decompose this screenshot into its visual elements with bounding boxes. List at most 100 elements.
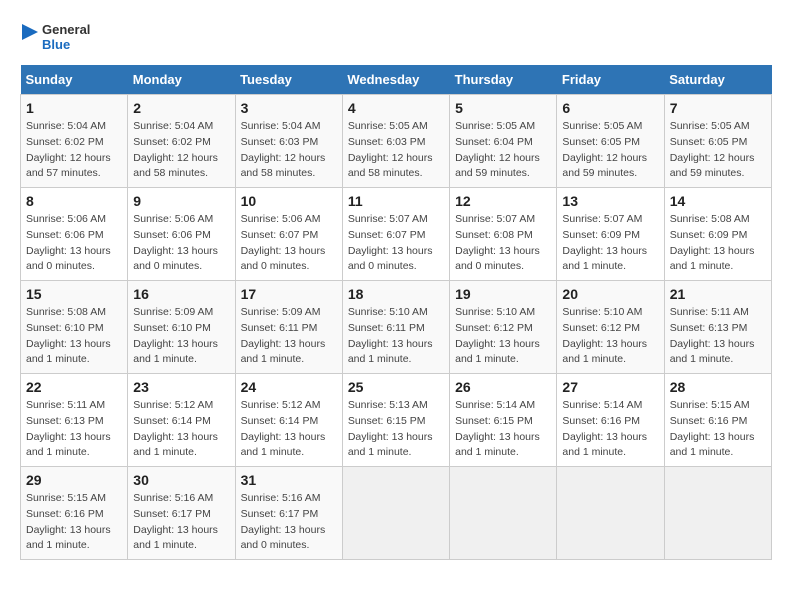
calendar-header-row: SundayMondayTuesdayWednesdayThursdayFrid… xyxy=(21,65,772,95)
day-info: Sunrise: 5:06 AMSunset: 6:06 PMDaylight:… xyxy=(26,212,122,275)
day-number: 31 xyxy=(241,472,337,488)
day-info: Sunrise: 5:13 AMSunset: 6:15 PMDaylight:… xyxy=(348,398,444,461)
calendar-table: SundayMondayTuesdayWednesdayThursdayFrid… xyxy=(20,65,772,560)
day-number: 20 xyxy=(562,286,658,302)
day-info: Sunrise: 5:10 AMSunset: 6:11 PMDaylight:… xyxy=(348,305,444,368)
day-info: Sunrise: 5:08 AMSunset: 6:09 PMDaylight:… xyxy=(670,212,766,275)
table-row: 4 Sunrise: 5:05 AMSunset: 6:03 PMDayligh… xyxy=(342,95,449,188)
day-info: Sunrise: 5:06 AMSunset: 6:07 PMDaylight:… xyxy=(241,212,337,275)
day-number: 2 xyxy=(133,100,229,116)
day-number: 27 xyxy=(562,379,658,395)
table-row: 15 Sunrise: 5:08 AMSunset: 6:10 PMDaylig… xyxy=(21,281,128,374)
table-row: 17 Sunrise: 5:09 AMSunset: 6:11 PMDaylig… xyxy=(235,281,342,374)
day-number: 29 xyxy=(26,472,122,488)
table-row: 13 Sunrise: 5:07 AMSunset: 6:09 PMDaylig… xyxy=(557,188,664,281)
calendar-week-3: 15 Sunrise: 5:08 AMSunset: 6:10 PMDaylig… xyxy=(21,281,772,374)
svg-text:General: General xyxy=(42,22,90,37)
table-row: 3 Sunrise: 5:04 AMSunset: 6:03 PMDayligh… xyxy=(235,95,342,188)
day-number: 23 xyxy=(133,379,229,395)
day-info: Sunrise: 5:06 AMSunset: 6:06 PMDaylight:… xyxy=(133,212,229,275)
day-number: 17 xyxy=(241,286,337,302)
table-row: 28 Sunrise: 5:15 AMSunset: 6:16 PMDaylig… xyxy=(664,374,771,467)
logo-svg: GeneralBlue xyxy=(20,20,100,55)
header-wednesday: Wednesday xyxy=(342,65,449,95)
day-number: 21 xyxy=(670,286,766,302)
day-info: Sunrise: 5:16 AMSunset: 6:17 PMDaylight:… xyxy=(241,491,337,554)
calendar-week-2: 8 Sunrise: 5:06 AMSunset: 6:06 PMDayligh… xyxy=(21,188,772,281)
day-number: 28 xyxy=(670,379,766,395)
header-monday: Monday xyxy=(128,65,235,95)
day-number: 13 xyxy=(562,193,658,209)
table-row: 26 Sunrise: 5:14 AMSunset: 6:15 PMDaylig… xyxy=(450,374,557,467)
table-row: 7 Sunrise: 5:05 AMSunset: 6:05 PMDayligh… xyxy=(664,95,771,188)
table-row: 8 Sunrise: 5:06 AMSunset: 6:06 PMDayligh… xyxy=(21,188,128,281)
table-row: 6 Sunrise: 5:05 AMSunset: 6:05 PMDayligh… xyxy=(557,95,664,188)
day-info: Sunrise: 5:14 AMSunset: 6:15 PMDaylight:… xyxy=(455,398,551,461)
calendar-week-5: 29 Sunrise: 5:15 AMSunset: 6:16 PMDaylig… xyxy=(21,467,772,560)
day-info: Sunrise: 5:09 AMSunset: 6:10 PMDaylight:… xyxy=(133,305,229,368)
day-info: Sunrise: 5:11 AMSunset: 6:13 PMDaylight:… xyxy=(26,398,122,461)
table-row: 25 Sunrise: 5:13 AMSunset: 6:15 PMDaylig… xyxy=(342,374,449,467)
day-number: 7 xyxy=(670,100,766,116)
day-info: Sunrise: 5:15 AMSunset: 6:16 PMDaylight:… xyxy=(26,491,122,554)
day-number: 15 xyxy=(26,286,122,302)
day-number: 18 xyxy=(348,286,444,302)
table-row xyxy=(557,467,664,560)
logo: GeneralBlue xyxy=(20,20,100,55)
table-row: 11 Sunrise: 5:07 AMSunset: 6:07 PMDaylig… xyxy=(342,188,449,281)
day-number: 19 xyxy=(455,286,551,302)
day-number: 30 xyxy=(133,472,229,488)
day-info: Sunrise: 5:09 AMSunset: 6:11 PMDaylight:… xyxy=(241,305,337,368)
table-row: 27 Sunrise: 5:14 AMSunset: 6:16 PMDaylig… xyxy=(557,374,664,467)
day-info: Sunrise: 5:05 AMSunset: 6:05 PMDaylight:… xyxy=(670,119,766,182)
table-row xyxy=(342,467,449,560)
table-row: 31 Sunrise: 5:16 AMSunset: 6:17 PMDaylig… xyxy=(235,467,342,560)
header-sunday: Sunday xyxy=(21,65,128,95)
day-info: Sunrise: 5:05 AMSunset: 6:05 PMDaylight:… xyxy=(562,119,658,182)
day-info: Sunrise: 5:04 AMSunset: 6:02 PMDaylight:… xyxy=(26,119,122,182)
day-number: 4 xyxy=(348,100,444,116)
svg-text:Blue: Blue xyxy=(42,37,70,52)
day-info: Sunrise: 5:12 AMSunset: 6:14 PMDaylight:… xyxy=(241,398,337,461)
table-row xyxy=(450,467,557,560)
day-number: 12 xyxy=(455,193,551,209)
day-number: 25 xyxy=(348,379,444,395)
table-row: 10 Sunrise: 5:06 AMSunset: 6:07 PMDaylig… xyxy=(235,188,342,281)
table-row: 19 Sunrise: 5:10 AMSunset: 6:12 PMDaylig… xyxy=(450,281,557,374)
table-row: 30 Sunrise: 5:16 AMSunset: 6:17 PMDaylig… xyxy=(128,467,235,560)
header-thursday: Thursday xyxy=(450,65,557,95)
day-info: Sunrise: 5:10 AMSunset: 6:12 PMDaylight:… xyxy=(562,305,658,368)
header-friday: Friday xyxy=(557,65,664,95)
day-info: Sunrise: 5:11 AMSunset: 6:13 PMDaylight:… xyxy=(670,305,766,368)
day-info: Sunrise: 5:14 AMSunset: 6:16 PMDaylight:… xyxy=(562,398,658,461)
day-info: Sunrise: 5:15 AMSunset: 6:16 PMDaylight:… xyxy=(670,398,766,461)
table-row: 16 Sunrise: 5:09 AMSunset: 6:10 PMDaylig… xyxy=(128,281,235,374)
day-number: 1 xyxy=(26,100,122,116)
table-row: 12 Sunrise: 5:07 AMSunset: 6:08 PMDaylig… xyxy=(450,188,557,281)
day-info: Sunrise: 5:07 AMSunset: 6:07 PMDaylight:… xyxy=(348,212,444,275)
day-info: Sunrise: 5:04 AMSunset: 6:02 PMDaylight:… xyxy=(133,119,229,182)
calendar-week-4: 22 Sunrise: 5:11 AMSunset: 6:13 PMDaylig… xyxy=(21,374,772,467)
table-row: 18 Sunrise: 5:10 AMSunset: 6:11 PMDaylig… xyxy=(342,281,449,374)
header-tuesday: Tuesday xyxy=(235,65,342,95)
day-number: 26 xyxy=(455,379,551,395)
day-number: 24 xyxy=(241,379,337,395)
day-info: Sunrise: 5:08 AMSunset: 6:10 PMDaylight:… xyxy=(26,305,122,368)
table-row: 22 Sunrise: 5:11 AMSunset: 6:13 PMDaylig… xyxy=(21,374,128,467)
table-row: 2 Sunrise: 5:04 AMSunset: 6:02 PMDayligh… xyxy=(128,95,235,188)
day-number: 6 xyxy=(562,100,658,116)
table-row: 20 Sunrise: 5:10 AMSunset: 6:12 PMDaylig… xyxy=(557,281,664,374)
day-number: 14 xyxy=(670,193,766,209)
day-info: Sunrise: 5:07 AMSunset: 6:08 PMDaylight:… xyxy=(455,212,551,275)
day-info: Sunrise: 5:07 AMSunset: 6:09 PMDaylight:… xyxy=(562,212,658,275)
table-row: 1 Sunrise: 5:04 AMSunset: 6:02 PMDayligh… xyxy=(21,95,128,188)
day-info: Sunrise: 5:05 AMSunset: 6:03 PMDaylight:… xyxy=(348,119,444,182)
day-number: 5 xyxy=(455,100,551,116)
day-number: 10 xyxy=(241,193,337,209)
day-info: Sunrise: 5:10 AMSunset: 6:12 PMDaylight:… xyxy=(455,305,551,368)
day-number: 3 xyxy=(241,100,337,116)
day-info: Sunrise: 5:04 AMSunset: 6:03 PMDaylight:… xyxy=(241,119,337,182)
day-number: 8 xyxy=(26,193,122,209)
calendar-week-1: 1 Sunrise: 5:04 AMSunset: 6:02 PMDayligh… xyxy=(21,95,772,188)
table-row: 21 Sunrise: 5:11 AMSunset: 6:13 PMDaylig… xyxy=(664,281,771,374)
